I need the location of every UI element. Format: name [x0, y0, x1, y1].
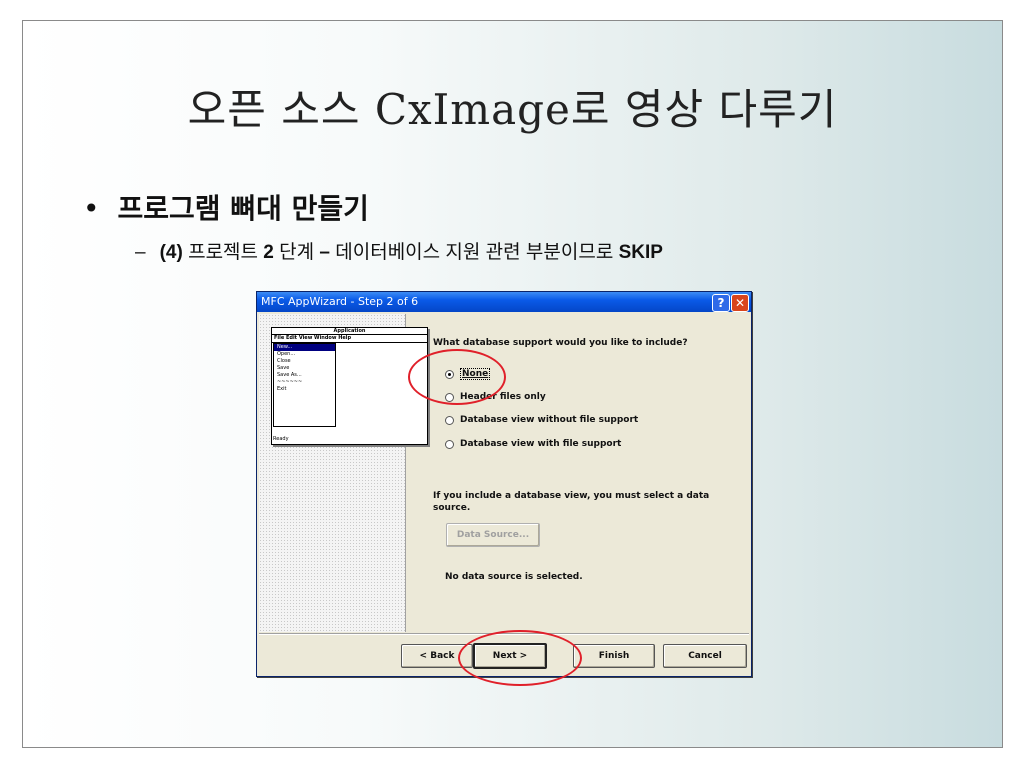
help-button[interactable]: ?: [712, 294, 730, 312]
option-view-without-file[interactable]: Database view without file support: [445, 415, 638, 425]
footer-divider: [259, 633, 749, 635]
option-none[interactable]: None: [445, 368, 491, 380]
data-source-button[interactable]: Data Source...: [446, 523, 540, 547]
dialog-title: MFC AppWizard - Step 2 of 6: [261, 295, 419, 308]
bullet-marker: •: [83, 192, 100, 225]
bullet-text: 프로그램 뼈대 만들기: [117, 192, 369, 225]
preview-menu-item: New...: [274, 344, 335, 351]
dialog-titlebar[interactable]: MFC AppWizard - Step 2 of 6 ? ✕: [257, 292, 751, 312]
sub-skip: SKIP: [618, 242, 663, 263]
preview-status: Ready: [273, 436, 289, 442]
preview-menubar: File Edit View Window Help: [272, 335, 427, 343]
sub-num: 2: [263, 242, 274, 263]
radio-button[interactable]: [445, 439, 454, 449]
option-label: Header files only: [460, 392, 546, 402]
bullet-heading: • 프로그램 뼈대 만들기: [83, 187, 369, 227]
close-button[interactable]: ✕: [731, 294, 749, 312]
sub-mid: 프로젝트: [182, 242, 264, 263]
finish-button[interactable]: Finish: [573, 644, 655, 668]
sub-dash: –: [135, 242, 146, 263]
option-label: Database view without file support: [460, 415, 639, 425]
preview-menu-item: Save: [277, 365, 290, 371]
preview-menu-item: Exit: [277, 386, 287, 392]
back-button[interactable]: < Back: [401, 644, 473, 668]
sub-bullet: – (4) 프로젝트 2 단계 – 데이터베이스 지원 관련 부분이므로 SKIP: [135, 237, 663, 264]
sub-rest: 데이터베이스 지원 관련 부분이므로: [329, 242, 619, 263]
preview-file-menu: New... Open... Close Save Save As... ~~~…: [273, 343, 336, 427]
option-header-files[interactable]: Header files only: [445, 392, 546, 402]
preview-menu-item: Open...: [277, 351, 296, 357]
sub-prefix: (4): [159, 242, 183, 263]
option-label: None: [460, 368, 491, 380]
appwizard-dialog: MFC AppWizard - Step 2 of 6 ? ✕ Applicat…: [256, 291, 752, 677]
sub-step: 단계: [273, 242, 320, 263]
sub-dash-2: –: [319, 242, 330, 263]
radio-button[interactable]: [445, 369, 454, 379]
cancel-button[interactable]: Cancel: [663, 644, 747, 668]
options-pane: What database support would you like to …: [409, 314, 747, 632]
database-question: What database support would you like to …: [433, 338, 688, 348]
option-view-with-file[interactable]: Database view with file support: [445, 439, 621, 449]
preview-menu-item: Save As...: [277, 372, 302, 378]
slide-title: 오픈 소스 CxImage로 영상 다루기: [187, 85, 838, 134]
preview-menu-item: ~~~~~~: [277, 379, 303, 385]
preview-app-window: Application File Edit View Window Help N…: [271, 327, 428, 445]
preview-pane: Application File Edit View Window Help N…: [259, 314, 428, 632]
data-source-info: If you include a database view, you must…: [433, 491, 710, 513]
preview-menu-item: Close: [277, 358, 291, 364]
radio-button[interactable]: [445, 415, 454, 425]
radio-button[interactable]: [445, 392, 454, 402]
next-button[interactable]: Next >: [473, 643, 547, 669]
no-source-text: No data source is selected.: [445, 572, 583, 582]
option-label: Database view with file support: [460, 439, 622, 449]
preview-app-title: Application: [272, 328, 427, 335]
